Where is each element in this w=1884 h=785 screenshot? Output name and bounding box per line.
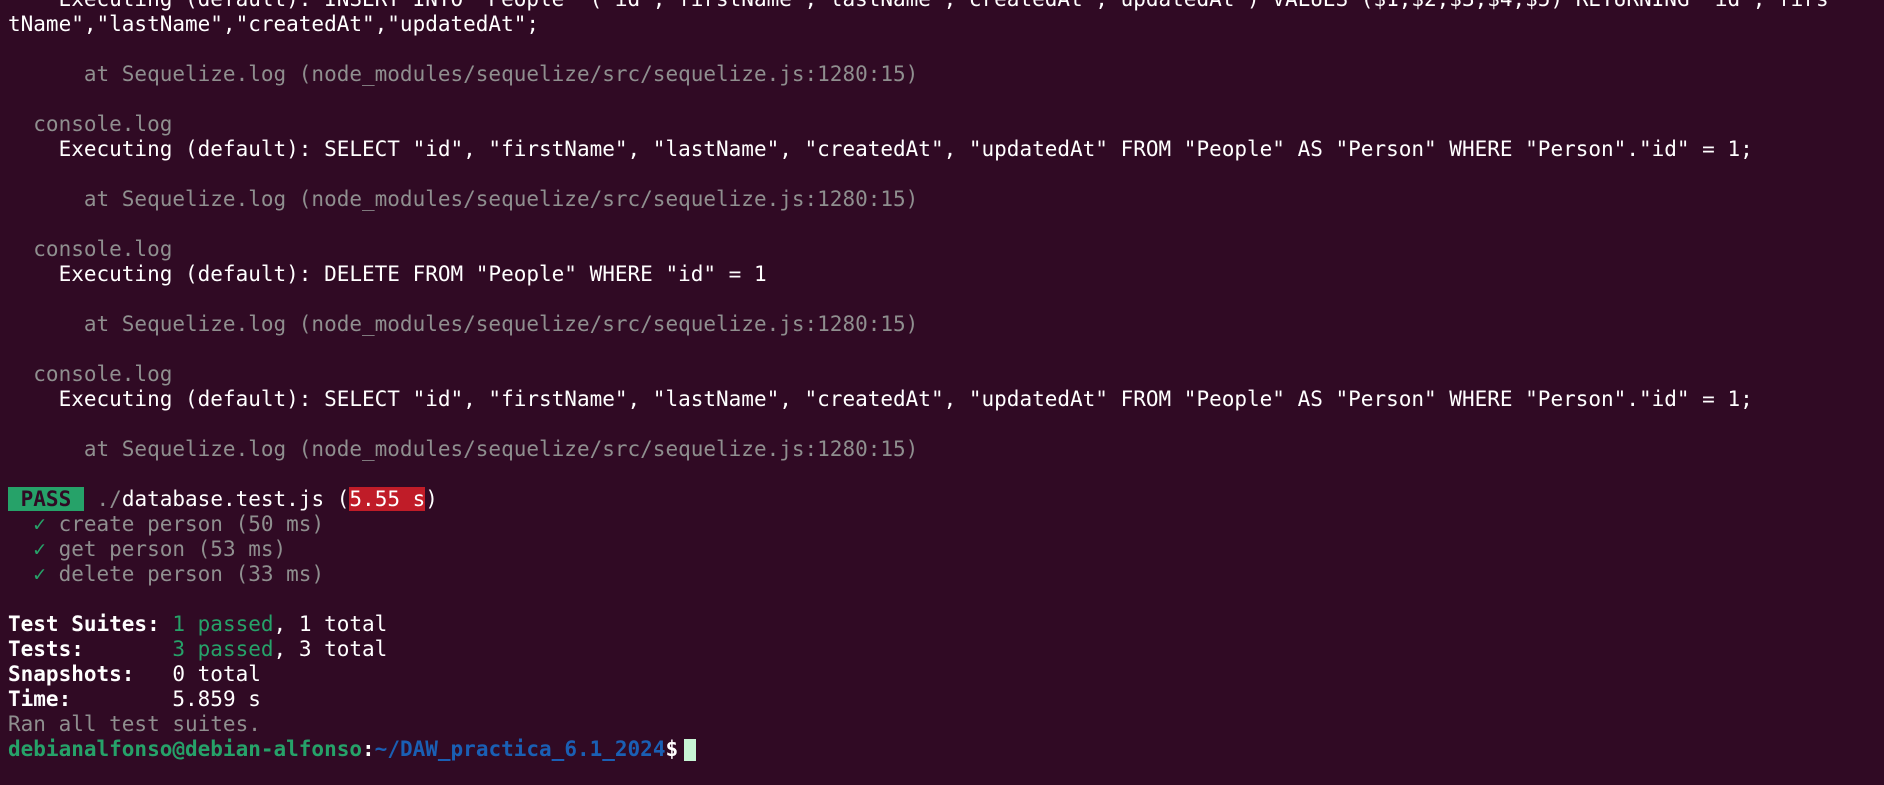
summary-label: Time: — [8, 687, 173, 711]
insert-query-line-wrap: tName","lastName","createdAt","updatedAt… — [8, 12, 540, 36]
ran-all-message: Ran all test suites. — [8, 712, 261, 736]
test-case-row: ✓ create person (50 ms) — [8, 512, 1884, 537]
checkmark-icon: ✓ — [8, 512, 59, 536]
terminal-output[interactable]: Executing (default): INSERT INTO "People… — [8, 0, 1884, 762]
console-log-label: console.log — [8, 237, 173, 261]
slow-duration-badge: 5.55 s — [349, 487, 426, 511]
stack-trace-line: at Sequelize.log (node_modules/sequelize… — [8, 312, 919, 336]
shell-prompt[interactable]: debianalfonso@debian-alfonso:~/DAW_pract… — [8, 737, 1884, 762]
test-case-name: delete person (33 ms) — [58, 562, 325, 586]
console-log-label: console.log — [8, 362, 173, 386]
summary-tests: Tests: 3 passed, 3 total — [8, 637, 1884, 662]
paren-close: ) — [425, 487, 438, 511]
test-file-result: PASS ./database.test.js (5.55 s) — [8, 487, 1884, 512]
pass-badge: PASS — [8, 487, 84, 511]
summary-label: Tests: — [8, 637, 173, 661]
summary-label: Snapshots: — [8, 662, 173, 686]
text-cursor[interactable] — [684, 739, 697, 761]
delete-query-line: Executing (default): DELETE FROM "People… — [8, 262, 767, 286]
file-path-prefix: ./ — [96, 487, 122, 511]
time-value: 5.859 s — [172, 687, 261, 711]
select-query-line: Executing (default): SELECT "id", "first… — [8, 387, 1753, 411]
checkmark-icon: ✓ — [8, 562, 59, 586]
stack-trace-line: at Sequelize.log (node_modules/sequelize… — [8, 437, 919, 461]
snapshots-value: 0 total — [172, 662, 261, 686]
tests-total: , 3 total — [273, 637, 388, 661]
summary-label: Test Suites: — [8, 612, 173, 636]
console-log-label: console.log — [8, 112, 173, 136]
summary-snapshots: Snapshots: 0 total — [8, 662, 1884, 687]
prompt-colon: : — [362, 737, 375, 761]
checkmark-icon: ✓ — [8, 537, 59, 561]
tests-passed: 3 passed — [172, 637, 274, 661]
suites-total: , 1 total — [273, 612, 388, 636]
test-case-name: create person (50 ms) — [58, 512, 325, 536]
insert-query-line: Executing (default): INSERT INTO "People… — [8, 0, 1884, 12]
suites-passed: 1 passed — [172, 612, 274, 636]
stack-trace-line: at Sequelize.log (node_modules/sequelize… — [8, 62, 919, 86]
summary-suites: Test Suites: 1 passed, 1 total — [8, 612, 1884, 637]
select-query-line: Executing (default): SELECT "id", "first… — [8, 137, 1753, 161]
stack-trace-line: at Sequelize.log (node_modules/sequelize… — [8, 187, 919, 211]
summary-time: Time: 5.859 s — [8, 687, 1884, 712]
test-file-name: database.test.js — [121, 487, 325, 511]
prompt-user-host: debianalfonso@debian-alfonso — [8, 737, 363, 761]
test-case-row: ✓ delete person (33 ms) — [8, 562, 1884, 587]
test-case-name: get person (53 ms) — [58, 537, 287, 561]
paren-open: ( — [324, 487, 350, 511]
test-case-row: ✓ get person (53 ms) — [8, 537, 1884, 562]
prompt-path: ~/DAW_practica_6.1_2024 — [374, 737, 666, 761]
prompt-dollar: $ — [665, 737, 679, 761]
